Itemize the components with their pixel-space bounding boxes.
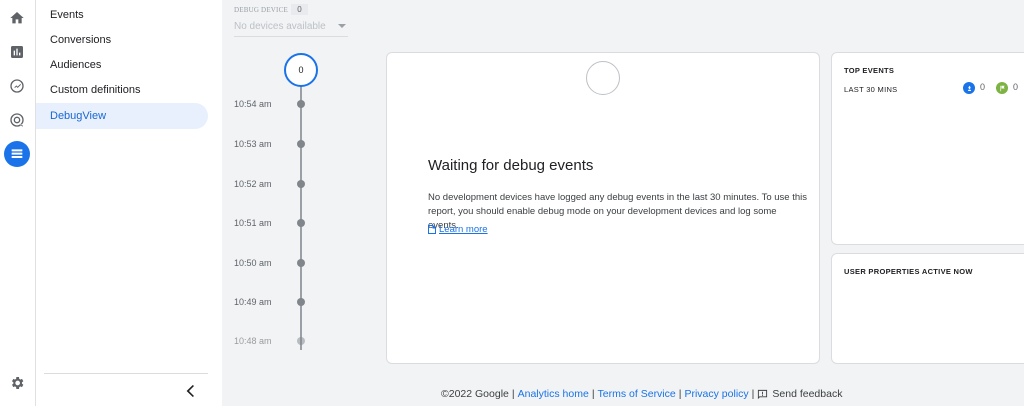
timeline-minute-dot[interactable] <box>297 219 305 227</box>
learn-more-link[interactable]: Learn more <box>428 224 488 235</box>
debug-device-placeholder: No devices available <box>234 21 326 32</box>
timeline-time-label: 10:50 am <box>234 258 272 268</box>
top-events-title: TOP EVENTS <box>844 66 895 75</box>
explore-icon[interactable] <box>4 73 30 99</box>
dropdown-caret-icon <box>338 24 346 28</box>
footer-privacy-link[interactable]: Privacy policy <box>684 388 748 400</box>
timeline-minute-dot[interactable] <box>297 100 305 108</box>
send-feedback-label: Send feedback <box>772 388 843 400</box>
debug-device-select[interactable]: No devices available <box>234 19 348 37</box>
footer-analytics-home-link[interactable]: Analytics home <box>518 388 589 400</box>
nav-item-debugview[interactable]: DebugView <box>36 103 208 129</box>
advertising-icon[interactable] <box>4 107 30 133</box>
timeline-minute-dot[interactable] <box>297 337 305 345</box>
user-properties-title: USER PROPERTIES ACTIVE NOW <box>844 267 973 276</box>
footer-separator: | <box>591 388 595 400</box>
admin-gear-icon[interactable] <box>4 370 30 396</box>
footer-separator: | <box>678 388 682 400</box>
footer-separator: | <box>511 388 515 400</box>
footer-copyright: ©2022 Google <box>441 388 509 400</box>
waiting-title: Waiting for debug events <box>428 157 594 174</box>
timeline-time-label: 10:51 am <box>234 218 272 228</box>
timeline-time-label: 10:52 am <box>234 179 272 189</box>
nav-item-custom-definitions[interactable]: Custom definitions <box>36 77 208 103</box>
timeline-time-label: 10:49 am <box>234 297 272 307</box>
footer-separator: | <box>751 388 755 400</box>
debug-device-count: 0 <box>291 4 308 15</box>
standard-events-icon <box>963 82 975 94</box>
standard-events-count: 0 <box>980 82 986 92</box>
nav-item-events[interactable]: Events <box>36 2 208 28</box>
top-events-card: TOP EVENTS LAST 30 MINS 0 0 <box>831 52 1024 245</box>
chevron-left-icon <box>186 385 194 397</box>
home-icon[interactable] <box>4 5 30 31</box>
configure-nav: Events Conversions Audiences Custom defi… <box>36 0 222 406</box>
timeline-line <box>300 84 302 350</box>
top-events-range: LAST 30 MINS <box>844 85 898 94</box>
reports-icon[interactable] <box>4 39 30 65</box>
footer: ©2022 Google | Analytics home | Terms of… <box>441 388 842 400</box>
configure-icon[interactable] <box>4 141 30 167</box>
timeline-time-label: 10:48 am <box>234 336 272 346</box>
feedback-icon <box>758 389 768 399</box>
timeline-current-count[interactable]: 0 <box>284 53 318 87</box>
icon-rail <box>0 0 36 406</box>
timeline-minute-dot[interactable] <box>297 180 305 188</box>
seconds-stream-circle <box>586 61 620 95</box>
nav-item-conversions[interactable]: Conversions <box>36 27 208 53</box>
nav-item-audiences[interactable]: Audiences <box>36 52 208 78</box>
document-icon <box>428 225 436 234</box>
learn-more-label: Learn more <box>439 224 488 235</box>
footer-terms-link[interactable]: Terms of Service <box>598 388 676 400</box>
timeline-time-label: 10:53 am <box>234 139 272 149</box>
nav-divider <box>44 373 208 374</box>
conversion-events-count: 0 <box>1013 82 1019 92</box>
send-feedback-button[interactable]: Send feedback <box>757 388 842 400</box>
conversion-flag-icon <box>996 82 1008 94</box>
seconds-stream-card: Waiting for debug events No development … <box>386 52 820 364</box>
timeline-time-label: 10:54 am <box>234 99 272 109</box>
collapse-nav-button[interactable] <box>182 380 200 402</box>
timeline-minute-dot[interactable] <box>297 259 305 267</box>
debug-device-label: DEBUG DEVICE <box>234 6 288 14</box>
timeline-minute-dot[interactable] <box>297 298 305 306</box>
timeline-minute-dot[interactable] <box>297 140 305 148</box>
user-properties-card: USER PROPERTIES ACTIVE NOW <box>831 253 1024 364</box>
